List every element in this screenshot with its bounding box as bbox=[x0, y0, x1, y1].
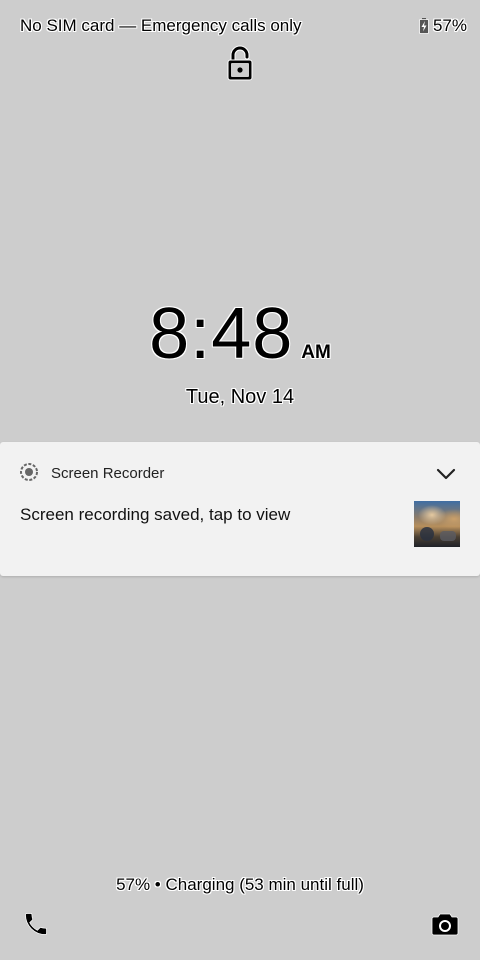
notification-app-name: Screen Recorder bbox=[51, 465, 165, 482]
charging-status: 57% • Charging (53 min until full) bbox=[116, 875, 364, 894]
clock-time: 8:48 bbox=[149, 294, 294, 374]
notification-title[interactable]: Screen recording saved, tap to view bbox=[20, 505, 290, 525]
screen-recorder-icon bbox=[19, 462, 39, 487]
lockscreen-clock: 8:48 AM bbox=[0, 294, 480, 374]
clock-ampm: AM bbox=[301, 342, 331, 363]
phone-icon[interactable] bbox=[22, 910, 50, 938]
carrier-status: No SIM card — Emergency calls only bbox=[20, 16, 302, 35]
chevron-down-icon[interactable] bbox=[435, 464, 457, 484]
battery-percent: 57% bbox=[432, 16, 467, 35]
battery-charging-icon bbox=[419, 18, 429, 34]
battery-status: 57% bbox=[419, 16, 467, 36]
lockscreen-date: Tue, Nov 14 bbox=[185, 386, 295, 408]
recording-thumbnail[interactable] bbox=[414, 501, 460, 547]
lock-icon bbox=[225, 45, 255, 83]
camera-icon[interactable] bbox=[430, 910, 460, 938]
